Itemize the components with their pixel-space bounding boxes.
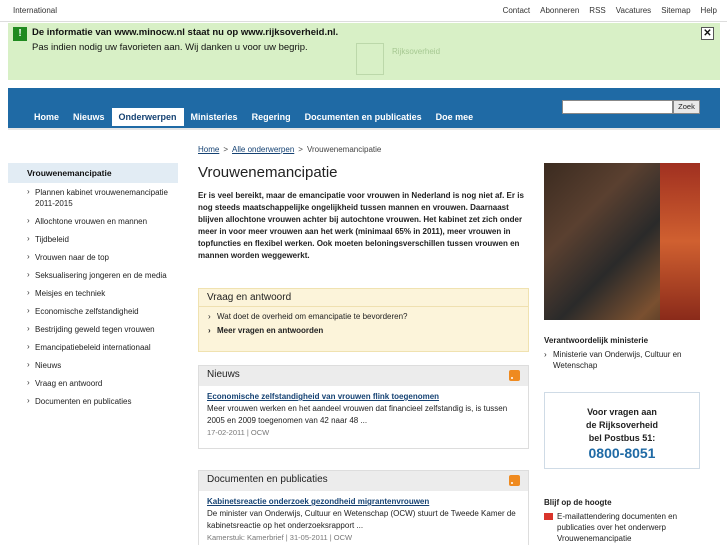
postbus-line-2: de Rijksoverheid xyxy=(585,420,659,430)
qa-title: Vraag en antwoord xyxy=(199,289,528,307)
postbus-line-1: Voor vragen aan xyxy=(587,407,657,417)
breadcrumb-separator: > xyxy=(223,145,229,154)
sidebar-item[interactable]: Plannen kabinet vrouwenemancipatie 2011-… xyxy=(27,186,178,209)
sidebar-item[interactable]: Seksualisering jongeren en de media xyxy=(27,269,178,281)
nav-underline xyxy=(8,128,720,130)
breadcrumb-all-topics[interactable]: Alle onderwerpen xyxy=(232,145,294,154)
news-box: Nieuws Economische zelfstandigheid van v… xyxy=(198,365,529,449)
nav-onderwerpen[interactable]: Onderwerpen xyxy=(111,108,184,126)
top-bar: International Contact Abonneren RSS Vaca… xyxy=(0,0,727,22)
photo-detail xyxy=(660,163,700,320)
docs-item-text: De minister van Onderwijs, Cultuur en We… xyxy=(207,509,516,530)
nav-nieuws[interactable]: Nieuws xyxy=(66,108,112,126)
sidebar-item[interactable]: Tijdbeleid xyxy=(27,233,178,245)
news-header: Nieuws xyxy=(199,366,528,386)
logo-text: Rijksoverheid xyxy=(392,47,441,56)
nav-ministeries[interactable]: Ministeries xyxy=(184,108,245,126)
logo-emblem xyxy=(356,43,384,75)
breadcrumb-separator: > xyxy=(298,145,303,154)
email-alert-label: E-mailattendering documenten en publicat… xyxy=(557,512,678,543)
breadcrumb-current: Vrouwenemancipatie xyxy=(306,145,382,154)
sidebar-current[interactable]: Vrouwenemancipatie xyxy=(8,163,178,183)
nav-home[interactable]: Home xyxy=(27,108,66,126)
postbus-box: Voor vragen aan de Rijksoverheid bel Pos… xyxy=(544,392,700,469)
ministry-title: Verantwoordelijk ministerie xyxy=(544,336,649,345)
qa-more-link[interactable]: Meer vragen en antwoorden xyxy=(199,324,528,338)
qa-box: Vraag en antwoord Wat doet de overheid o… xyxy=(198,288,529,352)
rss-icon[interactable] xyxy=(509,370,520,381)
docs-box: Documenten en publicaties Kabinetsreacti… xyxy=(198,470,529,545)
postbus-phone[interactable]: 0800-8051 xyxy=(545,445,699,462)
docs-header: Documenten en publicaties xyxy=(199,471,528,491)
international-link[interactable]: International xyxy=(13,6,57,15)
intro-text: Er is veel bereikt, maar de emancipatie … xyxy=(198,191,524,260)
sidebar-item[interactable]: Meisjes en techniek xyxy=(27,287,178,299)
nav-doe-mee[interactable]: Doe mee xyxy=(429,108,481,126)
notice-line-1: De informatie van www.minocw.nl staat nu… xyxy=(32,27,339,38)
updates-title: Blijf op de hoogte xyxy=(544,498,612,507)
search-input[interactable] xyxy=(562,100,673,114)
sidebar-item[interactable]: Economische zelfstandigheid xyxy=(27,305,178,317)
main-nav: Home Nieuws Onderwerpen Ministeries Rege… xyxy=(27,108,480,126)
qa-question-link[interactable]: Wat doet de overheid om emancipatie te b… xyxy=(199,310,528,324)
email-alert-link[interactable]: E-mailattendering documenten en publicat… xyxy=(544,511,694,544)
ministry-link[interactable]: Ministerie van Onderwijs, Cultuur en Wet… xyxy=(544,349,694,371)
contact-link[interactable]: Contact xyxy=(503,6,531,15)
nav-regering[interactable]: Regering xyxy=(245,108,298,126)
close-icon[interactable]: ✕ xyxy=(701,27,714,40)
help-link[interactable]: Help xyxy=(701,6,717,15)
sidebar-item[interactable]: Emancipatiebeleid internationaal xyxy=(27,341,178,353)
breadcrumb: Home > Alle onderwerpen > Vrouwenemancip… xyxy=(198,145,381,154)
news-title: Nieuws xyxy=(207,369,240,380)
updates-block: Blijf op de hoogte E-mailattendering doc… xyxy=(544,498,694,544)
sitemap-link[interactable]: Sitemap xyxy=(661,6,690,15)
sidebar-item[interactable]: Allochtone vrouwen en mannen xyxy=(27,215,178,227)
sidebar-item[interactable]: Bestrijding geweld tegen vrouwen xyxy=(27,323,178,335)
mail-icon xyxy=(544,513,553,520)
news-item-title[interactable]: Economische zelfstandigheid van vrouwen … xyxy=(207,391,520,403)
news-item-meta: 17-02-2011 | OCW xyxy=(207,428,270,437)
sidebar-item[interactable]: Documenten en publicaties xyxy=(27,395,178,407)
abonneren-link[interactable]: Abonneren xyxy=(540,6,579,15)
nav-documenten[interactable]: Documenten en publicaties xyxy=(298,108,429,126)
sidebar-item[interactable]: Nieuws xyxy=(27,359,178,371)
rss-icon[interactable] xyxy=(509,475,520,486)
service-links: Contact Abonneren RSS Vacatures Sitemap … xyxy=(503,6,717,15)
warning-icon: ! xyxy=(13,27,27,41)
news-item-text: Meer vrouwen werken en het aandeel vrouw… xyxy=(207,404,508,425)
rss-link[interactable]: RSS xyxy=(589,6,605,15)
docs-item-meta: Kamerstuk: Kamerbrief | 31-05-2011 | OCW xyxy=(207,533,353,542)
breadcrumb-home[interactable]: Home xyxy=(198,145,219,154)
sidebar: Vrouwenemancipatie Plannen kabinet vrouw… xyxy=(8,163,178,414)
sidebar-item[interactable]: Vrouwen naar de top xyxy=(27,251,178,263)
vacatures-link[interactable]: Vacatures xyxy=(616,6,651,15)
docs-item-title[interactable]: Kabinetsreactie onderzoek gezondheid mig… xyxy=(207,496,520,508)
notice-banner: Rijksoverheid ! De informatie van www.mi… xyxy=(8,23,720,80)
notice-line-2: Pas indien nodig uw favorieten aan. Wij … xyxy=(32,42,308,53)
page-title: Vrouwenemancipatie xyxy=(198,164,338,181)
topic-photo xyxy=(544,163,700,320)
search-button[interactable]: Zoek xyxy=(673,100,700,114)
postbus-line-3: bel Postbus 51: xyxy=(588,433,656,443)
ministry-block: Verantwoordelijk ministerie Ministerie v… xyxy=(544,336,694,371)
docs-title: Documenten en publicaties xyxy=(207,474,328,485)
sidebar-item[interactable]: Vraag en antwoord xyxy=(27,377,178,389)
